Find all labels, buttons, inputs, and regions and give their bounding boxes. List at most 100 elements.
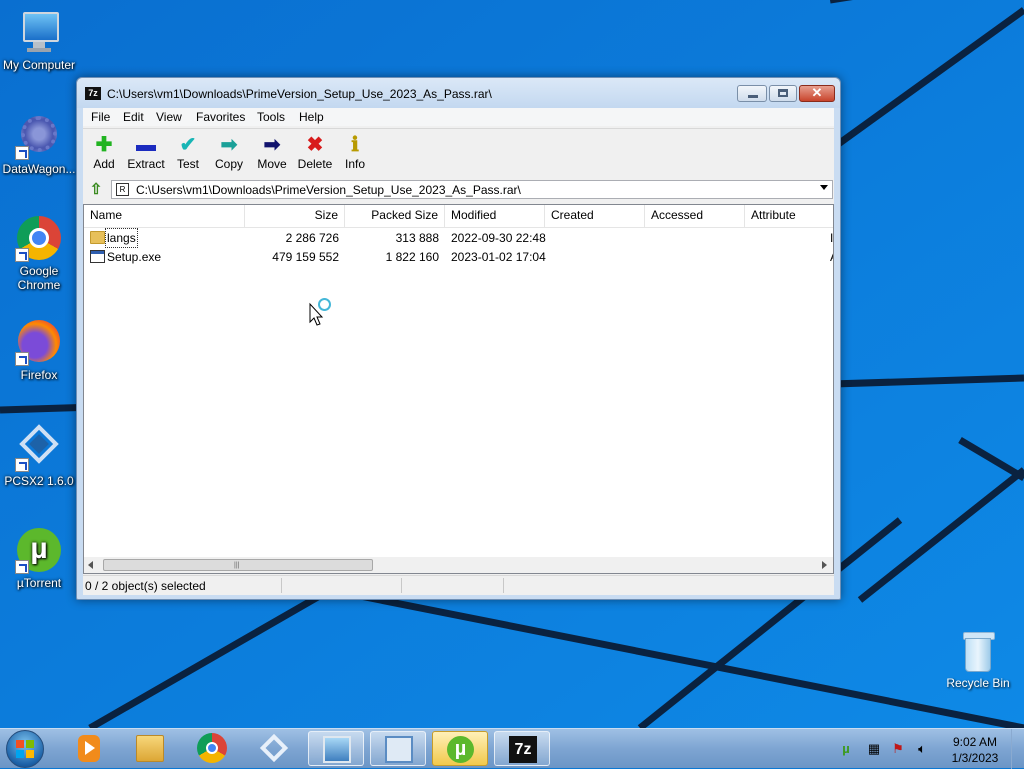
- desktop-icon-utorrent[interactable]: µ µTorrent: [1, 526, 77, 590]
- shortcut-arrow-icon: [15, 146, 29, 160]
- extract-button[interactable]: ▬ Extract: [126, 133, 166, 171]
- move-arrow-icon: ➡: [263, 134, 281, 156]
- scroll-grip-icon: |||: [234, 562, 240, 569]
- pcsx2-icon: [259, 733, 289, 763]
- status-divider: [503, 578, 504, 593]
- delete-icon: ✖: [306, 134, 324, 156]
- pcsx2-icon: [15, 424, 63, 472]
- recycle-bin-icon: [961, 630, 995, 674]
- copy-label: Copy: [214, 157, 243, 171]
- chrome-icon: [15, 214, 63, 262]
- desktop-icon-datawagon[interactable]: DataWagon...: [1, 112, 77, 176]
- file-packed-size: 1 822 160: [385, 250, 439, 264]
- table-row[interactable]: langs 2 286 726 313 888 2022-09-30 22:48…: [84, 228, 833, 248]
- selection-status: 0 / 2 object(s) selected: [85, 579, 206, 593]
- menu-file[interactable]: File: [91, 110, 110, 124]
- menu-view[interactable]: View: [156, 110, 182, 124]
- system-tray: µ ▦ ⚑ 🔈︎ 9:02 AM 1/3/2023: [832, 729, 1024, 769]
- desktop-icon-pcsx2[interactable]: PCSX2 1.6.0: [1, 424, 77, 488]
- taskbar-pcsx2[interactable]: [246, 731, 302, 766]
- scrollbar-thumb[interactable]: |||: [103, 559, 373, 571]
- menu-tools[interactable]: Tools: [257, 110, 285, 124]
- my-computer-icon: [15, 8, 63, 56]
- taskbar-media-player[interactable]: [60, 731, 116, 766]
- menu-help[interactable]: Help: [299, 110, 324, 124]
- move-label: Move: [257, 157, 287, 171]
- taskbar-google-chrome[interactable]: [184, 731, 240, 766]
- utorrent-icon: µ: [15, 526, 63, 574]
- folder-up-button[interactable]: ⇧: [87, 181, 105, 199]
- clock-date[interactable]: 1/3/2023: [942, 751, 1008, 765]
- desktop-icon-label: DataWagon...: [2, 162, 76, 176]
- 7zip-icon: 7z: [509, 736, 537, 763]
- info-label: Info: [344, 157, 365, 171]
- add-button[interactable]: ✚ Add: [89, 133, 119, 171]
- folder-icon: [136, 735, 164, 762]
- desktop-icon-recycle-bin[interactable]: Recycle Bin: [940, 630, 1016, 690]
- maximize-button[interactable]: [769, 85, 797, 102]
- close-button[interactable]: ✕: [799, 85, 835, 102]
- window-titlebar[interactable]: 7z C:\Users\vm1\Downloads\PrimeVersion_S…: [77, 78, 840, 108]
- address-path: C:\Users\vm1\Downloads\PrimeVersion_Setu…: [136, 183, 521, 197]
- volume-icon[interactable]: 🔈︎: [914, 741, 930, 757]
- file-packed-size: 313 888: [395, 231, 439, 245]
- menu-favorites[interactable]: Favorites: [196, 110, 245, 124]
- delete-button[interactable]: ✖ Delete: [295, 133, 335, 171]
- table-row[interactable]: Setup.exe 479 159 552 1 822 160 2023-01-…: [84, 248, 833, 266]
- column-packed-size[interactable]: Packed Size: [345, 205, 445, 227]
- 7zip-file-manager-window: 7z C:\Users\vm1\Downloads\PrimeVersion_S…: [76, 77, 841, 600]
- desktop-icon-label: Google Chrome: [17, 264, 61, 292]
- shortcut-arrow-icon: [15, 560, 29, 574]
- minimize-button[interactable]: [737, 85, 767, 102]
- desktop-icon-label: Firefox: [20, 368, 58, 382]
- extract-icon: ▬: [136, 134, 156, 156]
- window-title: C:\Users\vm1\Downloads\PrimeVersion_Setu…: [107, 87, 492, 101]
- column-created[interactable]: Created: [545, 205, 645, 227]
- horizontal-scrollbar[interactable]: |||: [84, 557, 833, 573]
- column-attributes[interactable]: Attribute: [745, 205, 833, 227]
- action-center-flag-icon[interactable]: ⚑: [890, 741, 906, 757]
- taskbar-file-explorer[interactable]: [122, 731, 178, 766]
- address-dropdown-icon[interactable]: [820, 185, 828, 190]
- column-name[interactable]: Name: [84, 205, 245, 227]
- address-field[interactable]: R C:\Users\vm1\Downloads\PrimeVersion_Se…: [111, 180, 833, 199]
- desktop-icon-firefox[interactable]: Firefox: [1, 318, 77, 382]
- file-list[interactable]: Name Size Packed Size Modified Created A…: [83, 204, 834, 574]
- desktop-icon-google-chrome[interactable]: Google Chrome: [1, 214, 77, 292]
- clock-time[interactable]: 9:02 AM: [950, 735, 1000, 749]
- scroll-left-icon[interactable]: [88, 561, 93, 569]
- folder-icon: [90, 231, 105, 244]
- copy-button[interactable]: ➡ Copy: [213, 133, 245, 171]
- extract-label: Extract: [127, 157, 165, 171]
- utorrent-tray-icon[interactable]: µ: [838, 741, 854, 757]
- taskbar-utorrent[interactable]: µ: [432, 731, 488, 766]
- taskbar-control-panel[interactable]: [370, 731, 426, 766]
- desktop-icon-label: PCSX2 1.6.0: [4, 474, 74, 488]
- column-size[interactable]: Size: [245, 205, 345, 227]
- show-desktop-button[interactable]: [1011, 729, 1024, 769]
- info-button[interactable]: ℹ Info: [341, 133, 369, 171]
- status-divider: [401, 578, 402, 593]
- loading-spinner-icon: [318, 298, 331, 311]
- desktop-icon-my-computer[interactable]: My Computer: [1, 8, 77, 72]
- network-icon[interactable]: ▦: [866, 741, 882, 757]
- toolbar: ✚ Add ▬ Extract ✔ Test ➡ Copy ➡ Move ✖ D…: [83, 128, 834, 177]
- taskbar: µ 7z µ ▦ ⚑ 🔈︎ 9:02 AM 1/3/2023: [0, 728, 1024, 769]
- file-attributes: A: [830, 248, 833, 266]
- scroll-right-icon[interactable]: [822, 561, 827, 569]
- status-divider: [281, 578, 282, 593]
- media-player-icon: [78, 735, 100, 762]
- gear-icon: [15, 112, 63, 160]
- add-icon: ✚: [95, 134, 113, 156]
- file-modified: 2022-09-30 22:48: [451, 231, 546, 245]
- list-header: Name Size Packed Size Modified Created A…: [84, 205, 833, 228]
- menu-edit[interactable]: Edit: [123, 110, 144, 124]
- column-accessed[interactable]: Accessed: [645, 205, 745, 227]
- taskbar-7zip[interactable]: 7z: [494, 731, 550, 766]
- minimize-icon: [748, 95, 758, 98]
- test-button[interactable]: ✔ Test: [173, 133, 203, 171]
- move-button[interactable]: ➡ Move: [255, 133, 289, 171]
- start-button[interactable]: [6, 730, 44, 768]
- taskbar-image-viewer[interactable]: [308, 731, 364, 766]
- column-modified[interactable]: Modified: [445, 205, 545, 227]
